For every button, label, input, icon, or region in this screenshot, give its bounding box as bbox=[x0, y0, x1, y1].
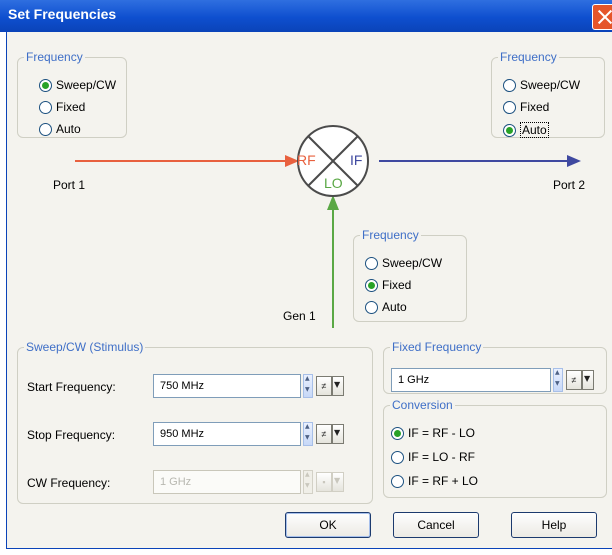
fixed-frequency-input[interactable]: 1 GHz bbox=[391, 368, 551, 392]
radio-selected-icon bbox=[391, 426, 404, 440]
cw-frequency-spinner[interactable] bbox=[303, 470, 313, 494]
rf-label: RF bbox=[297, 152, 316, 168]
radio-icon bbox=[391, 450, 404, 464]
port2-label: Port 2 bbox=[553, 178, 586, 192]
fixed-step-button[interactable]: ≠ bbox=[566, 370, 582, 390]
stop-frequency-input[interactable]: 950 MHz bbox=[153, 422, 301, 446]
cw-units-dropdown[interactable] bbox=[332, 472, 344, 492]
radio-icon bbox=[365, 256, 378, 270]
if-label: IF bbox=[350, 152, 363, 168]
set-frequencies-dialog: Set Frequencies Frequency Sweep/CW Fixed… bbox=[0, 0, 612, 555]
conversion-if-lo-minus-rf-radio[interactable]: IF = LO - RF bbox=[391, 450, 475, 464]
lo-auto-radio[interactable]: Auto bbox=[365, 300, 407, 314]
fixed-frequency-legend: Fixed Frequency bbox=[392, 340, 482, 354]
cw-frequency-label: CW Frequency: bbox=[27, 476, 111, 490]
title-bar[interactable]: Set Frequencies bbox=[0, 0, 612, 32]
start-units-dropdown[interactable] bbox=[332, 376, 344, 396]
conversion-legend: Conversion bbox=[392, 398, 453, 412]
help-button[interactable]: Help bbox=[511, 512, 597, 538]
port1-label: Port 1 bbox=[53, 178, 86, 192]
lo-label: LO bbox=[324, 175, 343, 191]
stop-units-dropdown[interactable] bbox=[332, 424, 344, 444]
lo-arrow-icon bbox=[327, 195, 339, 210]
start-frequency-label: Start Frequency: bbox=[27, 380, 116, 394]
conversion-if-rf-plus-lo-radio[interactable]: IF = RF + LO bbox=[391, 474, 478, 488]
ok-button[interactable]: OK bbox=[285, 512, 371, 538]
cw-frequency-input[interactable]: 1 GHz bbox=[153, 470, 301, 494]
sweep-stimulus-legend: Sweep/CW (Stimulus) bbox=[26, 340, 144, 354]
stop-frequency-label: Stop Frequency: bbox=[27, 428, 116, 442]
lo-sweep-cw-radio[interactable]: Sweep/CW bbox=[365, 256, 442, 270]
dialog-body: Frequency Sweep/CW Fixed Auto Frequency … bbox=[6, 32, 612, 549]
radio-icon bbox=[391, 474, 404, 488]
stop-step-button[interactable]: ≠ bbox=[316, 424, 332, 444]
lo-fixed-radio[interactable]: Fixed bbox=[365, 278, 411, 292]
start-step-button[interactable]: ≠ bbox=[316, 376, 332, 396]
conversion-if-rf-minus-lo-radio[interactable]: IF = RF - LO bbox=[391, 426, 475, 440]
lo-frequency-legend: Frequency bbox=[362, 228, 419, 242]
window-title: Set Frequencies bbox=[8, 6, 117, 22]
fixed-frequency-spinner[interactable] bbox=[553, 368, 563, 392]
gen1-label: Gen 1 bbox=[283, 309, 316, 323]
close-icon[interactable] bbox=[592, 4, 612, 30]
mixer-diagram bbox=[75, 125, 581, 328]
if-arrow-icon bbox=[567, 155, 581, 167]
stop-frequency-spinner[interactable] bbox=[303, 422, 313, 446]
radio-icon bbox=[365, 300, 378, 314]
start-frequency-input[interactable]: 750 MHz bbox=[153, 374, 301, 398]
radio-selected-icon bbox=[365, 278, 378, 292]
fixed-units-dropdown[interactable] bbox=[582, 370, 594, 390]
cw-step-button[interactable]: ▪ bbox=[316, 472, 332, 492]
start-frequency-spinner[interactable] bbox=[303, 374, 313, 398]
cancel-button[interactable]: Cancel bbox=[393, 512, 479, 538]
